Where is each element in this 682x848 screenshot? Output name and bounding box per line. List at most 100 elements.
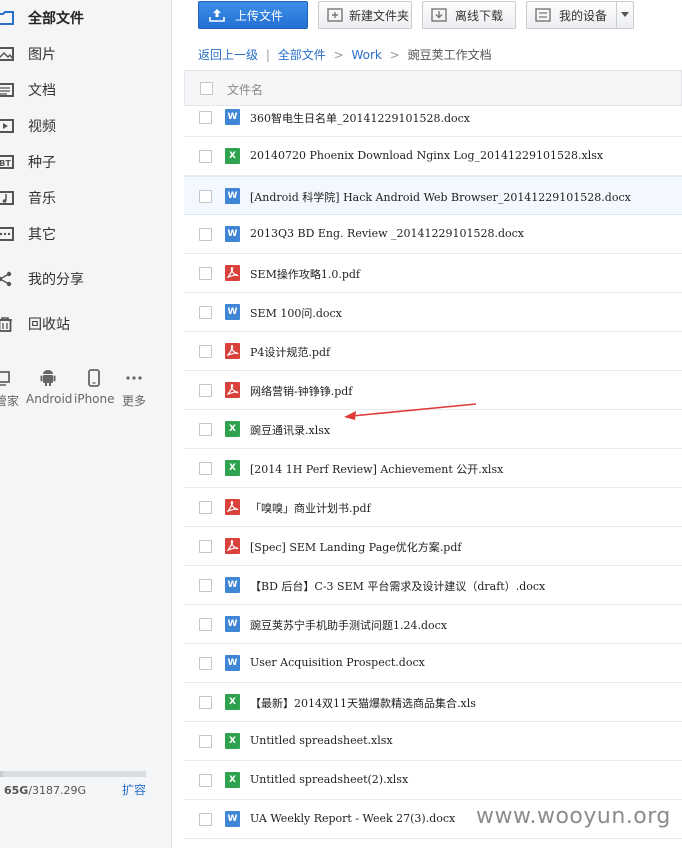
device-android[interactable]: Android [26, 368, 73, 406]
file-name[interactable]: 【BD 后台】C-3 SEM 平台需求及设计建议（draft）.docx [250, 578, 545, 594]
file-checkbox[interactable] [199, 501, 212, 514]
nav-other[interactable]: 其它 [0, 219, 172, 249]
device-icon [535, 8, 551, 22]
device-more[interactable]: 更多 [118, 368, 150, 409]
file-name[interactable]: [2014 1H Perf Review] Achievement 公开.xls… [250, 461, 503, 477]
nav-label: 视频 [28, 119, 56, 135]
offline-download-label: 离线下载 [455, 8, 504, 23]
nav-label: 种子 [28, 155, 56, 171]
file-name[interactable]: 网络营销-钟铮铮.pdf [250, 383, 352, 399]
nav-documents[interactable]: 文档 [0, 75, 172, 105]
nav-music[interactable]: 音乐 [0, 183, 172, 213]
my-devices-dropdown[interactable] [616, 1, 634, 29]
nav-all-files[interactable]: 全部文件 [0, 3, 172, 33]
select-all-checkbox[interactable] [200, 82, 213, 95]
nav-my-share[interactable]: 我的分享 [0, 264, 172, 294]
breadcrumb-back[interactable]: 返回上一级 [198, 48, 258, 62]
file-checkbox[interactable] [199, 735, 212, 748]
file-checkbox[interactable] [199, 111, 212, 124]
file-checkbox[interactable] [199, 384, 212, 397]
my-devices-button[interactable]: 我的设备 [526, 1, 616, 29]
upload-label: 上传文件 [235, 8, 284, 23]
file-row[interactable]: 「嗅嗅」商业计划书.pdf [184, 488, 682, 527]
file-row[interactable]: X Untitled spreadsheet(2).xlsx [184, 761, 682, 800]
file-row[interactable]: [Spec] SEM Landing Page优化方案.pdf [184, 527, 682, 566]
pdf-file-icon [225, 382, 240, 398]
pdf-file-icon [225, 538, 240, 554]
file-row[interactable]: X [2014 1H Perf Review] Achievement 公开.xl… [184, 449, 682, 488]
file-checkbox[interactable] [199, 657, 212, 670]
expand-storage-link[interactable]: 扩容 [122, 781, 146, 798]
file-row[interactable]: W 360智电生日名单_20141229101528.docx [184, 107, 682, 137]
file-checkbox[interactable] [199, 462, 212, 475]
file-row[interactable]: X 【最新】2014双11天猫爆款精选商品集合.xls [184, 683, 682, 722]
file-row[interactable]: W 【BD 后台】C-3 SEM 平台需求及设计建议（draft）.docx [184, 566, 682, 605]
file-row[interactable]: W SEM 100问.docx [184, 293, 682, 332]
file-checkbox[interactable] [199, 228, 212, 241]
file-name[interactable]: 豌豆通讯录.xlsx [250, 422, 330, 438]
nav-videos[interactable]: 视频 [0, 111, 172, 141]
offline-download-button[interactable]: 离线下载 [422, 1, 516, 29]
file-checkbox[interactable] [199, 267, 212, 280]
file-checkbox[interactable] [199, 618, 212, 631]
device-pc[interactable]: 管家 [0, 368, 22, 409]
device-iphone[interactable]: iPhone [74, 368, 115, 406]
file-row[interactable]: W User Acquisition Prospect.docx [184, 644, 682, 683]
device-label: Android [26, 392, 73, 406]
file-checkbox[interactable] [199, 696, 212, 709]
file-name[interactable]: 豌豆荚苏宁手机助手测试问题1.24.docx [250, 617, 447, 633]
file-name[interactable]: User Acquisition Prospect.docx [250, 656, 425, 669]
file-checkbox[interactable] [199, 774, 212, 787]
file-checkbox[interactable] [199, 813, 212, 826]
file-checkbox[interactable] [199, 540, 212, 553]
pc-icon [0, 371, 10, 386]
file-checkbox[interactable] [199, 150, 212, 163]
file-name[interactable]: 2013Q3 BD Eng. Review _20141229101528.do… [250, 227, 524, 240]
upload-icon [209, 9, 225, 22]
file-checkbox[interactable] [199, 190, 212, 203]
nav-recycle-bin[interactable]: 回收站 [0, 309, 172, 339]
new-folder-label: 新建文件夹 [349, 8, 410, 23]
file-name[interactable]: SEM 100问.docx [250, 305, 342, 321]
nav-images[interactable]: 图片 [0, 39, 172, 69]
file-checkbox[interactable] [199, 423, 212, 436]
column-filename[interactable]: 文件名 [227, 81, 263, 98]
file-name[interactable]: 20140720 Phoenix Download Nginx Log_2014… [250, 149, 603, 162]
file-row[interactable]: X Untitled spreadsheet.xlsx [184, 722, 682, 761]
music-icon [0, 191, 14, 205]
file-name[interactable]: 【最新】2014双11天猫爆款精选商品集合.xls [250, 695, 476, 711]
file-name[interactable]: UA Weekly Report - Week 27(3).docx [250, 812, 455, 825]
file-checkbox[interactable] [199, 345, 212, 358]
file-name[interactable]: 360智电生日名单_20141229101528.docx [250, 110, 470, 126]
file-row[interactable]: W 2013Q3 BD Eng. Review _20141229101528.d… [184, 215, 682, 254]
nav-label: 文档 [28, 83, 56, 99]
file-name[interactable]: Untitled spreadsheet(2).xlsx [250, 773, 408, 786]
breadcrumb-current: 豌豆荚工作文档 [407, 48, 492, 62]
more-icon [126, 376, 142, 380]
upload-button[interactable]: 上传文件 [198, 1, 308, 29]
file-checkbox[interactable] [199, 306, 212, 319]
file-name[interactable]: [Android 科学院] Hack Android Web Browser_2… [250, 189, 631, 205]
nav-torrents[interactable]: BT 种子 [0, 147, 172, 177]
file-row[interactable]: P4设计规范.pdf [184, 332, 682, 371]
file-row[interactable]: X 20140720 Phoenix Download Nginx Log_201… [184, 137, 682, 176]
file-row[interactable]: SEM操作攻略1.0.pdf [184, 254, 682, 293]
file-name[interactable]: SEM操作攻略1.0.pdf [250, 266, 360, 282]
breadcrumb-work[interactable]: Work [351, 48, 381, 62]
device-list: 管家 Android iPhone 更多 [0, 368, 172, 416]
file-name[interactable]: 「嗅嗅」商业计划书.pdf [250, 500, 371, 516]
device-label: 管家 [0, 394, 19, 408]
nav-label: 其它 [28, 227, 56, 243]
image-icon [0, 47, 14, 61]
file-row[interactable]: W [184, 839, 682, 848]
breadcrumb-all-files[interactable]: 全部文件 [278, 48, 326, 62]
new-folder-button[interactable]: 新建文件夹 [318, 1, 412, 29]
file-checkbox[interactable] [199, 579, 212, 592]
excel-file-icon: X [225, 421, 240, 437]
file-row[interactable]: W 豌豆荚苏宁手机助手测试问题1.24.docx [184, 605, 682, 644]
toolbar: 上传文件 新建文件夹 离线下载 我的设备 [172, 0, 682, 36]
file-name[interactable]: Untitled spreadsheet.xlsx [250, 734, 393, 747]
file-name[interactable]: [Spec] SEM Landing Page优化方案.pdf [250, 539, 461, 555]
file-name[interactable]: P4设计规范.pdf [250, 344, 330, 360]
file-row[interactable]: W [Android 科学院] Hack Android Web Browser_… [184, 176, 682, 215]
